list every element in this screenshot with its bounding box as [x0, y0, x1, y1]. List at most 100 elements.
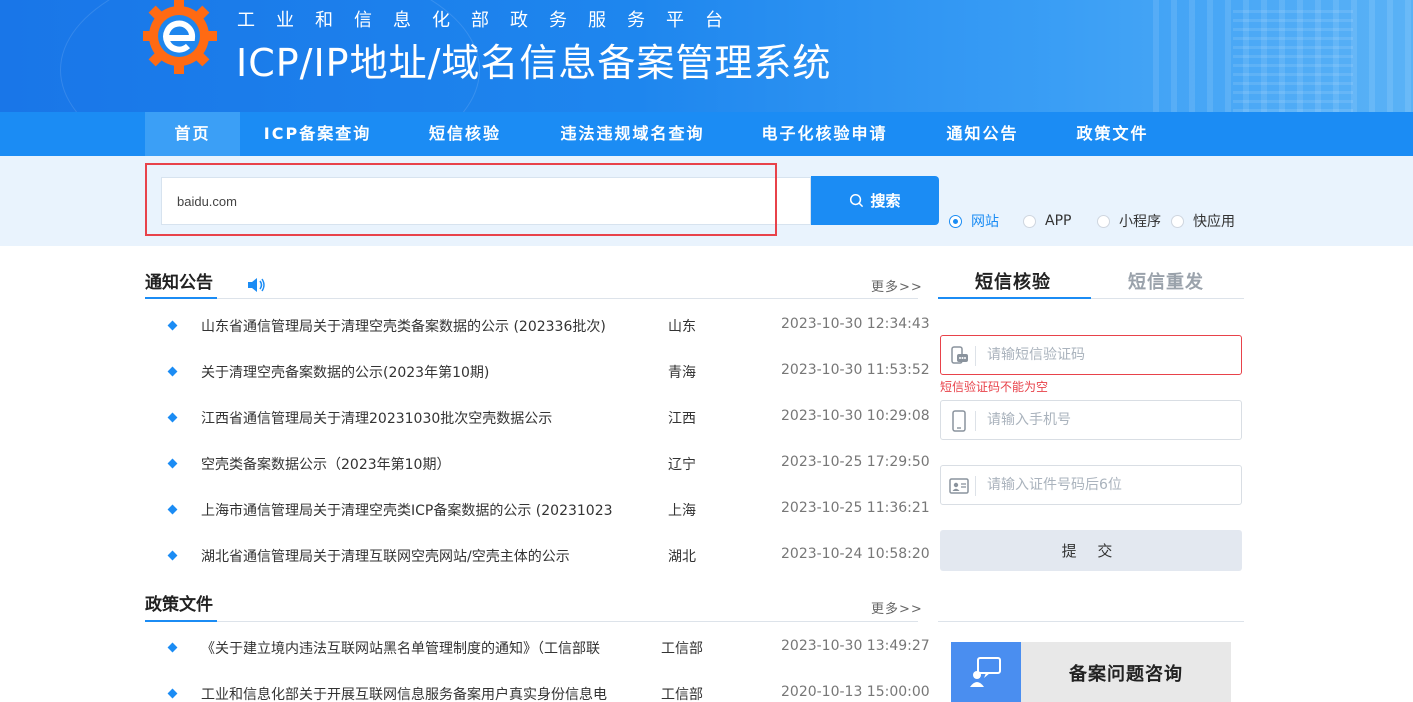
field-separator	[975, 476, 976, 496]
policy-date: 2023-10-30 13:49:27	[781, 638, 930, 654]
notice-row[interactable]: 关于清理空壳备案数据的公示(2023年第10期) 青海 2023-10-30 1…	[145, 350, 930, 396]
notice-row[interactable]: 湖北省通信管理局关于清理互联网空壳网站/空壳主体的公示 湖北 2023-10-2…	[145, 534, 930, 580]
radio-app[interactable]: APP	[1023, 213, 1091, 229]
notice-row[interactable]: 上海市通信管理局关于清理空壳类ICP备案数据的公示 (20231023 上海 2…	[145, 488, 930, 534]
nav-item-icp-query[interactable]: ICP备案查询	[250, 112, 385, 156]
notices-divider	[145, 298, 918, 299]
policy-source: 工信部	[661, 641, 703, 657]
notices-more-link[interactable]: 更多>>	[871, 276, 923, 295]
notice-region: 山东	[668, 319, 696, 335]
bullet-icon	[167, 550, 178, 561]
radio-quick-app[interactable]: 快应用	[1171, 211, 1243, 231]
banner-building-decoration	[1233, 10, 1353, 112]
radio-label: APP	[1045, 213, 1072, 229]
sms-tab-underline	[938, 297, 1091, 299]
radio-label: 快应用	[1193, 214, 1235, 230]
bullet-icon	[167, 412, 178, 423]
nav-item-policies[interactable]: 政策文件	[1065, 112, 1160, 156]
notice-date: 2023-10-24 10:58:20	[781, 546, 930, 562]
notice-title[interactable]: 山东省通信管理局关于清理空壳类备案数据的公示 (202336批次)	[201, 316, 606, 336]
nav-item-electronic-verify[interactable]: 电子化核验申请	[752, 112, 897, 156]
bullet-icon	[167, 458, 178, 469]
main-nav: 首页 ICP备案查询 短信核验 违法违规域名查询 电子化核验申请 通知公告 政策…	[0, 112, 1413, 156]
search-button-label: 搜索	[870, 192, 901, 210]
notice-title[interactable]: 空壳类备案数据公示（2023年第10期）	[201, 454, 450, 474]
radio-label: 小程序	[1119, 214, 1161, 230]
consult-button[interactable]: 备案问题咨询	[951, 642, 1231, 702]
notice-region: 青海	[668, 365, 696, 381]
search-button[interactable]: 搜索	[811, 176, 939, 225]
notice-date: 2023-10-30 11:53:52	[781, 362, 930, 378]
notice-region: 湖北	[668, 549, 696, 565]
chat-consult-icon	[970, 657, 1001, 687]
search-type-radios: 网站 APP 小程序 快应用	[949, 211, 1249, 231]
bullet-icon	[167, 366, 178, 377]
policy-title[interactable]: 《关于建立境内违法互联网站黑名单管理制度的通知》（工信部联	[201, 638, 600, 658]
phone-input[interactable]	[987, 401, 1237, 439]
field-separator	[975, 346, 976, 366]
search-band: 搜索 网站 APP 小程序 快应用	[0, 156, 1413, 246]
field-separator	[975, 411, 976, 431]
system-title: ICP/IP地址/域名信息备案管理系统	[236, 41, 832, 85]
notice-date: 2023-10-30 10:29:08	[781, 408, 930, 424]
radio-dot	[1097, 214, 1110, 228]
policies-divider	[145, 621, 918, 622]
policies-title: 政策文件	[145, 595, 213, 615]
message-icon	[951, 346, 968, 364]
notices-title: 通知公告	[145, 273, 213, 293]
search-icon	[850, 193, 864, 208]
notice-row[interactable]: 空壳类备案数据公示（2023年第10期） 辽宁 2023-10-25 17:29…	[145, 442, 930, 488]
id-number-input[interactable]	[987, 466, 1237, 504]
notice-date: 2023-10-25 11:36:21	[781, 500, 930, 516]
nav-item-sms-verify[interactable]: 短信核验	[415, 112, 515, 156]
sms-panel-bottom-divider	[938, 621, 1244, 622]
notices-title-underline	[145, 297, 217, 299]
notice-title[interactable]: 湖北省通信管理局关于清理互联网空壳网站/空壳主体的公示	[201, 546, 570, 566]
notice-date: 2023-10-25 17:29:50	[781, 454, 930, 470]
notice-title[interactable]: 上海市通信管理局关于清理空壳类ICP备案数据的公示 (20231023	[201, 500, 613, 520]
policies-more-link[interactable]: 更多>>	[871, 598, 923, 617]
notice-row[interactable]: 山东省通信管理局关于清理空壳类备案数据的公示 (202336批次) 山东 202…	[145, 304, 930, 350]
search-input[interactable]	[161, 177, 811, 225]
consult-label: 备案问题咨询	[1069, 664, 1183, 685]
platform-subtitle: 工业和信息化部政务服务平台	[237, 10, 744, 31]
radio-website[interactable]: 网站	[949, 211, 1017, 231]
radio-mini-program[interactable]: 小程序	[1097, 211, 1165, 231]
radio-dot	[1171, 214, 1184, 228]
radio-label: 网站	[971, 214, 999, 230]
bullet-icon	[167, 642, 178, 653]
sms-code-error: 短信验证码不能为空	[940, 380, 1049, 394]
nav-item-notices[interactable]: 通知公告	[935, 112, 1030, 156]
consult-icon-box	[951, 642, 1021, 702]
policy-title[interactable]: 工业和信息化部关于开展互联网信息服务备案用户真实身份信息电	[201, 684, 607, 702]
notice-date: 2023-10-30 12:34:43	[781, 316, 930, 332]
id-card-icon	[949, 478, 969, 494]
notice-title[interactable]: 关于清理空壳备案数据的公示(2023年第10期)	[201, 362, 489, 382]
sms-code-field	[940, 335, 1242, 375]
policy-source: 工信部	[661, 687, 703, 702]
notice-region: 江西	[668, 411, 696, 427]
bullet-icon	[167, 688, 178, 699]
radio-dot	[1023, 214, 1036, 228]
policy-row[interactable]: 工业和信息化部关于开展互联网信息服务备案用户真实身份信息电 工信部 2020-1…	[145, 672, 930, 702]
phone-icon	[952, 410, 966, 432]
policies-title-underline	[145, 620, 217, 622]
nav-item-home[interactable]: 首页	[145, 112, 240, 156]
id-number-field	[940, 465, 1242, 505]
header-banner: 工业和信息化部政务服务平台 ICP/IP地址/域名信息备案管理系统	[0, 0, 1413, 112]
tab-sms-verify[interactable]: 短信核验	[975, 268, 1051, 294]
policy-date: 2020-10-13 15:00:00	[781, 684, 930, 700]
sms-code-input[interactable]	[987, 336, 1237, 374]
tab-sms-resend[interactable]: 短信重发	[1128, 268, 1204, 294]
bullet-icon	[167, 320, 178, 331]
policy-row[interactable]: 《关于建立境内违法互联网站黑名单管理制度的通知》（工信部联 工信部 2023-1…	[145, 626, 930, 672]
submit-button[interactable]: 提 交	[940, 530, 1242, 571]
phone-field	[940, 400, 1242, 440]
notice-title[interactable]: 江西省通信管理局关于清理20231030批次空壳数据公示	[201, 408, 552, 428]
nav-item-illegal-domain-query[interactable]: 违法违规域名查询	[550, 112, 715, 156]
notice-region: 辽宁	[668, 457, 696, 473]
notice-row[interactable]: 江西省通信管理局关于清理20231030批次空壳数据公示 江西 2023-10-…	[145, 396, 930, 442]
speaker-icon	[248, 278, 265, 292]
notice-region: 上海	[668, 503, 696, 519]
bullet-icon	[167, 504, 178, 515]
